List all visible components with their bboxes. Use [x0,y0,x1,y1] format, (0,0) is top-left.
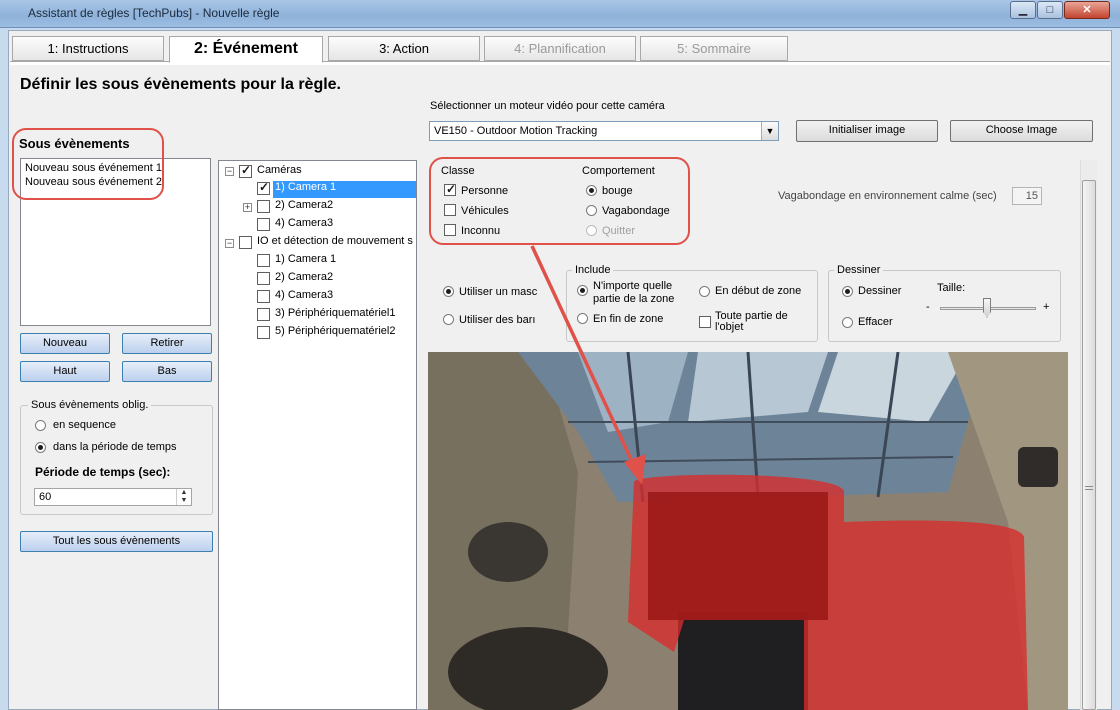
tree-checkbox-io-5[interactable] [257,326,270,339]
maximize-button[interactable]: □ [1037,1,1063,19]
tree-checkbox-io-3[interactable] [257,290,270,303]
collapse-icon[interactable]: − [225,239,234,248]
class-vehicle-checkbox[interactable] [444,204,456,216]
draw-label: Dessiner [858,285,902,297]
engine-label: Sélectionner un moteur vidéo pour cette … [430,100,665,112]
calm-loiter-label: Vagabondage en environnement calme (sec) [778,190,997,202]
behavior-title: Comportement [582,165,655,177]
class-person-label: Personne [461,185,509,197]
period-label: Période de temps (sec): [35,465,171,479]
tree-node-camera-2[interactable]: 2) Camera2 [275,199,333,216]
behavior-move-label: bouge [602,185,633,197]
period-spinner[interactable]: ▲ ▼ [176,489,191,505]
new-button[interactable]: Nouveau [20,333,110,354]
all-sub-events-button[interactable]: Tout les sous évènements [20,531,213,552]
class-vehicle-label: Véhicules [461,205,509,217]
maximize-icon: □ [1046,4,1054,16]
tree-checkbox-io[interactable] [239,236,252,249]
tree-checkbox-io-4[interactable] [257,308,270,321]
whole-object-checkbox[interactable] [699,316,711,328]
behavior-leave-label: Quitter [602,225,636,237]
class-person-checkbox[interactable] [444,182,456,196]
use-bars-radio[interactable] [443,314,454,325]
behavior-leave-radio[interactable] [586,225,597,236]
close-icon: ✕ [1082,4,1092,16]
tree-checkbox-camera-3[interactable] [257,218,270,231]
mandatory-group-label: Sous évènements oblig. [28,399,152,411]
dropdown-arrow-icon[interactable]: ▼ [761,122,778,140]
tree-node-io-2[interactable]: 2) Camera2 [275,271,333,288]
window-title: Assistant de règles [TechPubs] - Nouvell… [28,6,280,20]
include-start-radio[interactable] [699,286,710,297]
tree-node-io-4[interactable]: 3) Périphériquematériel1 [275,307,395,324]
minimize-icon: ▁ [1018,4,1028,16]
in-period-radio[interactable] [35,442,46,453]
behavior-move-radio[interactable] [586,185,597,196]
collapse-icon[interactable]: − [225,167,234,176]
chevron-up-icon: ▲ [180,489,188,496]
calm-loiter-input[interactable]: 15 [1012,187,1042,205]
draw-group [828,270,1061,342]
erase-label: Effacer [858,316,893,328]
tree-checkbox-io-2[interactable] [257,272,270,285]
grip-icon [1085,486,1093,490]
behavior-loiter-radio[interactable] [586,205,597,216]
tab-planning[interactable]: 4: Plannification [484,36,636,61]
tree-node-camera-3[interactable]: 4) Camera3 [275,217,333,234]
include-start-label: En début de zone [715,285,802,297]
size-label: Taille: [937,282,966,294]
in-period-label: dans la période de temps [53,441,177,453]
tree-node-io-5[interactable]: 5) Périphériquematériel2 [275,325,395,342]
choose-image-button[interactable]: Choose Image [950,120,1093,142]
tab-summary[interactable]: 5: Sommaire [640,36,788,61]
close-button[interactable]: ✕ [1064,1,1110,19]
page-title: Définir les sous évènements pour la règl… [20,76,341,93]
tree-node-io[interactable]: IO et détection de mouvement s [257,235,413,252]
in-sequence-label: en sequence [53,419,116,431]
tree-checkbox-camera-2[interactable] [257,200,270,213]
annotation-arrow [530,245,646,485]
expand-icon[interactable]: + [243,203,252,212]
highlight-sub-events [12,128,164,200]
tree-node-io-1[interactable]: 1) Camera 1 [275,253,336,270]
scrollbar-thumb[interactable] [1082,180,1096,710]
tree-node-camera-1[interactable]: 1) Camera 1 [273,181,416,198]
draw-group-label: Dessiner [834,264,884,276]
class-unknown-label: Inconnu [461,225,501,237]
use-mask-radio[interactable] [443,286,454,297]
class-unknown-checkbox[interactable] [444,224,456,236]
in-sequence-radio[interactable] [35,420,46,431]
remove-button[interactable]: Retirer [122,333,212,354]
behavior-loiter-label: Vagabondage [602,205,670,217]
tree-node-io-3[interactable]: 4) Camera3 [275,289,333,306]
period-input[interactable]: 60 [34,488,192,506]
engine-select[interactable]: VE150 - Outdoor Motion Tracking [429,121,779,141]
tree-node-cameras[interactable]: Caméras [257,164,302,181]
tree-checkbox-cameras[interactable] [239,163,252,178]
down-button[interactable]: Bas [122,361,212,382]
minimize-button[interactable]: ▁ [1010,1,1036,19]
tree-checkbox-camera-1[interactable] [257,180,270,195]
tree-checkbox-io-1[interactable] [257,254,270,267]
chevron-down-icon: ▼ [180,497,188,504]
init-image-button[interactable]: Initialiser image [796,120,938,142]
whole-object-label: Toute partie de l'objet [715,310,788,333]
up-button[interactable]: Haut [20,361,110,382]
size-minus: - [926,301,930,313]
tab-event[interactable]: 2: Événement [169,36,323,63]
device-tree[interactable]: − Caméras + 1) Camera 1 2) Camera2 4) Ca… [218,160,417,710]
tab-instructions[interactable]: 1: Instructions [12,36,164,61]
draw-radio[interactable] [842,286,853,297]
erase-radio[interactable] [842,317,853,328]
tab-action[interactable]: 3: Action [328,36,480,61]
class-title: Classe [441,165,475,177]
size-plus: + [1043,301,1050,313]
